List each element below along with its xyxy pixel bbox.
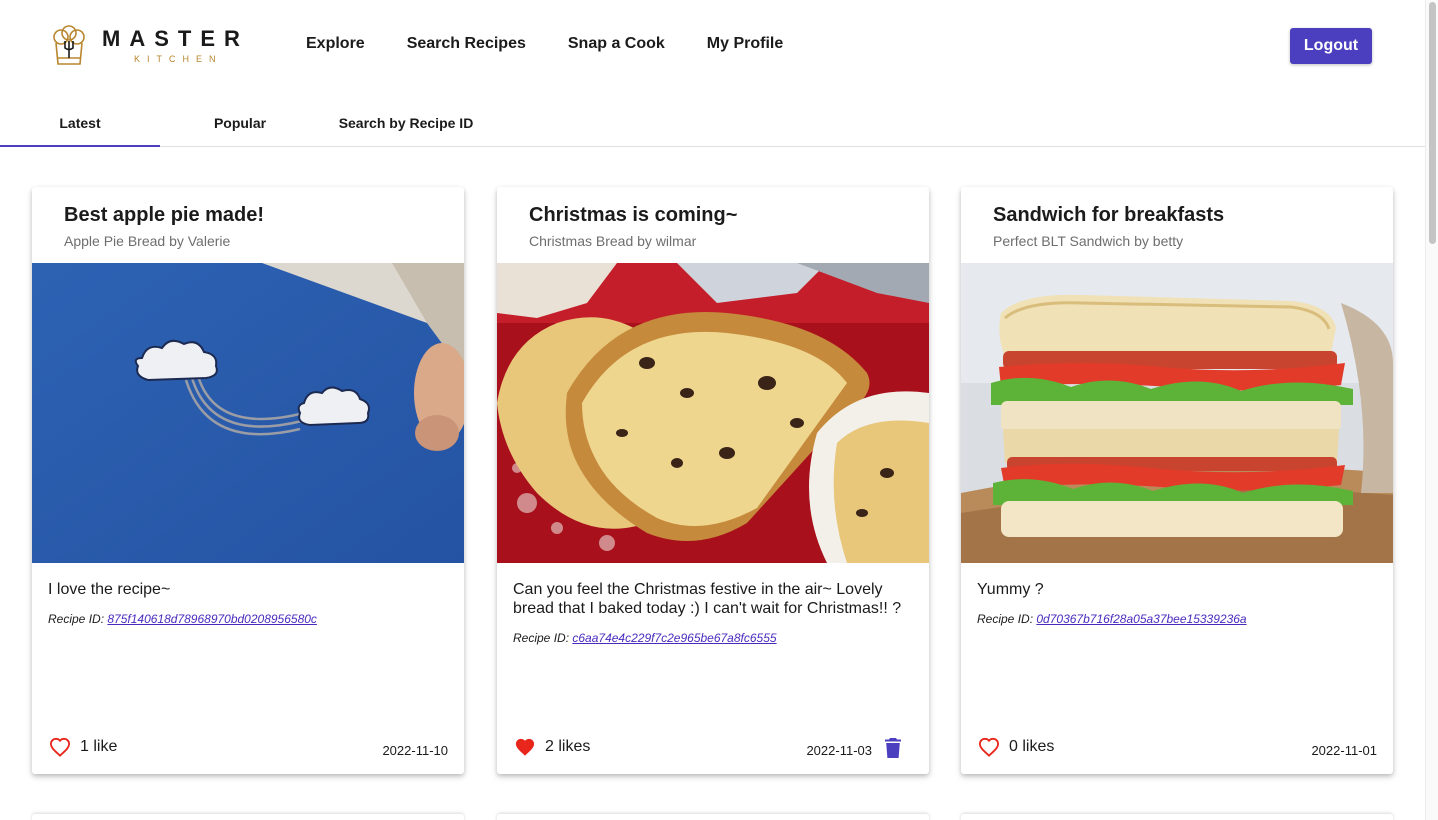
post-image [961, 263, 1393, 563]
nav-snap-a-cook[interactable]: Snap a Cook [568, 35, 665, 53]
scrollbar-thumb[interactable] [1429, 2, 1436, 244]
recipe-id-label: Recipe ID: [977, 612, 1034, 626]
like-button[interactable]: 1 like [49, 737, 117, 757]
like-button[interactable]: 0 likes [978, 737, 1054, 757]
post-date: 2022-11-01 [1311, 743, 1377, 758]
post-image [497, 263, 929, 563]
card-footer: 1 like 2022-11-10 [32, 724, 464, 774]
like-count: 2 likes [545, 738, 591, 755]
tab-search-by-recipe-id[interactable]: Search by Recipe ID [320, 100, 492, 146]
card-subtitle: Christmas Bread by wilmar [529, 233, 697, 249]
card-footer: 0 likes 2022-11-01 [961, 724, 1393, 774]
brand-text: MASTER KITCHEN [102, 28, 249, 64]
heart-outline-icon [978, 737, 1000, 757]
recipe-id-link[interactable]: 0d70367b716f28a05a37bee15339236a [1036, 612, 1246, 626]
card-title: Christmas is coming~ [529, 204, 738, 226]
recipe-id: Recipe ID: c6aa74e4c229f7c2e965be67a8fc6… [513, 631, 913, 645]
logout-button[interactable]: Logout [1290, 28, 1372, 64]
post-date: 2022-11-03 [806, 743, 872, 758]
heart-outline-icon [49, 737, 71, 757]
tab-latest[interactable]: Latest [0, 100, 160, 147]
recipe-id-link[interactable]: c6aa74e4c229f7c2e965be67a8fc6555 [572, 631, 776, 645]
post-message: I love the recipe~ [48, 581, 171, 598]
tab-popular[interactable]: Popular [160, 100, 320, 146]
recipe-id: Recipe ID: 0d70367b716f28a05a37bee153392… [977, 612, 1377, 626]
card-header: Sandwich for breakfasts Perfect BLT Sand… [961, 187, 1393, 263]
post-card-next-row [961, 814, 1393, 820]
card-footer: 2 likes 2022-11-03 [497, 724, 929, 774]
brand-logo[interactable]: MASTER KITCHEN [48, 24, 262, 68]
card-body: I love the recipe~ Recipe ID: 875f140618… [32, 563, 464, 626]
post-card-next-row [497, 814, 929, 820]
card-title: Sandwich for breakfasts [993, 204, 1225, 226]
card-subtitle: Perfect BLT Sandwich by betty [993, 233, 1184, 249]
post-card: Sandwich for breakfasts Perfect BLT Sand… [961, 187, 1393, 774]
card-header: Best apple pie made! Apple Pie Bread by … [32, 187, 464, 263]
recipe-id-label: Recipe ID: [513, 631, 570, 645]
card-header: Christmas is coming~ Christmas Bread by … [497, 187, 929, 263]
top-bar: MASTER KITCHEN Explore Search Recipes Sn… [0, 0, 1425, 92]
card-title: Best apple pie made! [64, 204, 265, 226]
brand-sub: KITCHEN [134, 54, 223, 64]
like-count: 0 likes [1009, 738, 1055, 755]
recipe-id-label: Recipe ID: [48, 612, 105, 626]
main-nav: Explore Search Recipes Snap a Cook My Pr… [306, 35, 825, 53]
card-subtitle: Apple Pie Bread by Valerie [64, 233, 231, 249]
post-card: Best apple pie made! Apple Pie Bread by … [32, 187, 464, 774]
trash-icon[interactable] [885, 738, 901, 758]
recipe-id-link[interactable]: 875f140618d78968970bd0208956580c [107, 612, 317, 626]
like-count: 1 like [80, 738, 118, 755]
post-message: Can you feel the Christmas festive in th… [513, 581, 902, 617]
heart-filled-icon [515, 738, 535, 756]
page-scrollbar[interactable] [1425, 0, 1438, 820]
nav-search-recipes[interactable]: Search Recipes [407, 35, 526, 53]
post-card-next-row [32, 814, 464, 820]
post-message: Yummy ? [977, 581, 1044, 598]
post-date: 2022-11-10 [382, 743, 448, 758]
card-body: Can you feel the Christmas festive in th… [497, 563, 929, 645]
chef-hat-icon [53, 25, 85, 65]
brand-main: MASTER [102, 26, 249, 51]
card-body: Yummy ? Recipe ID: 0d70367b716f28a05a37b… [961, 563, 1393, 626]
post-card: Christmas is coming~ Christmas Bread by … [497, 187, 929, 774]
recipe-id: Recipe ID: 875f140618d78968970bd02089565… [48, 612, 448, 626]
nav-explore[interactable]: Explore [306, 35, 365, 53]
post-image [32, 263, 464, 563]
nav-my-profile[interactable]: My Profile [707, 35, 783, 53]
feed-tabs: Latest Popular Search by Recipe ID [0, 100, 1425, 147]
like-button[interactable]: 2 likes [514, 737, 590, 757]
